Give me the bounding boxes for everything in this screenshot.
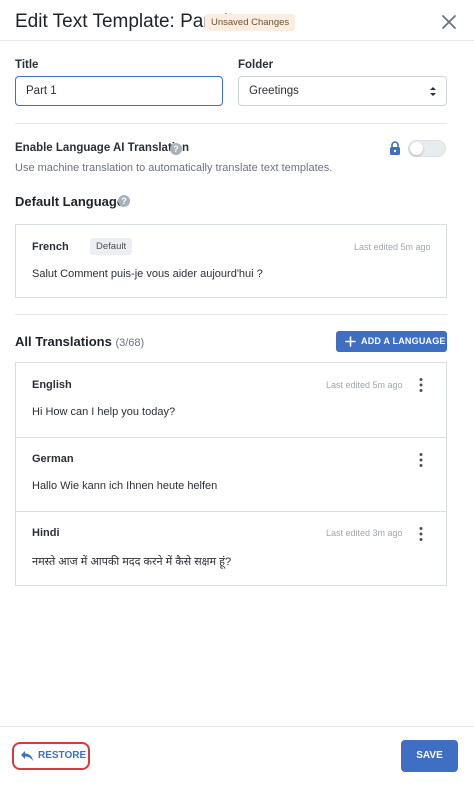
page-title: Edit Text Template: Part 1 bbox=[15, 11, 231, 32]
ai-translation-description: Use machine translation to automatically… bbox=[15, 162, 333, 174]
template-text: Hi How can I help you today? bbox=[32, 406, 176, 418]
more-options-icon[interactable] bbox=[415, 526, 427, 542]
title-field-label: Title bbox=[15, 59, 39, 71]
add-language-button[interactable]: ADD A LANGUAGE bbox=[336, 331, 447, 352]
undo-arrow-icon bbox=[21, 751, 33, 761]
default-language-card[interactable]: French Default Last edited 5m ago Salut … bbox=[15, 224, 447, 298]
help-icon[interactable]: ? bbox=[170, 143, 182, 155]
title-input-value: Part 1 bbox=[26, 85, 57, 97]
translations-count: (3/68) bbox=[115, 337, 145, 349]
more-options-icon[interactable] bbox=[415, 452, 427, 468]
translation-item-english[interactable]: English Last edited 5m ago Hi How can I … bbox=[16, 363, 446, 437]
select-arrows-icon bbox=[430, 87, 436, 96]
panel-header: Edit Text Template: Part 1 Unsaved Chang… bbox=[0, 0, 474, 41]
all-translations-heading: All Translations (3/68) bbox=[15, 334, 144, 349]
toggle-knob bbox=[410, 142, 423, 155]
folder-field-label: Folder bbox=[238, 59, 274, 71]
title-input[interactable]: Part 1 bbox=[15, 76, 223, 106]
last-edited-label: Last edited 5m ago bbox=[354, 242, 431, 252]
plus-icon bbox=[345, 336, 356, 347]
more-options-icon[interactable] bbox=[415, 377, 427, 393]
help-icon[interactable]: ? bbox=[118, 195, 130, 207]
default-tag: Default bbox=[90, 238, 133, 255]
last-edited-label: Last edited 5m ago bbox=[326, 380, 403, 390]
lock-icon bbox=[390, 141, 400, 155]
restore-label: RESTORE bbox=[38, 750, 87, 761]
template-text: नमस्ते आज में आपकी मदद करने में कैसे सक्… bbox=[32, 556, 232, 568]
default-language-heading: Default Language bbox=[15, 194, 125, 209]
all-translations-title: All Translations bbox=[15, 334, 112, 349]
language-name: Hindi bbox=[32, 527, 60, 539]
close-icon[interactable] bbox=[439, 12, 459, 32]
divider bbox=[15, 123, 447, 124]
last-edited-label: Last edited 3m ago bbox=[326, 528, 403, 538]
edit-template-panel: Edit Text Template: Part 1 Unsaved Chang… bbox=[0, 0, 474, 785]
translations-list: English Last edited 5m ago Hi How can I … bbox=[15, 362, 447, 586]
save-button[interactable]: SAVE bbox=[401, 740, 458, 772]
ai-translation-label: Enable Language AI Translation bbox=[15, 142, 190, 154]
translation-item-german[interactable]: German Hallo Wie kann ich Ihnen heute he… bbox=[16, 438, 446, 512]
template-text: Hallo Wie kann ich Ihnen heute helfen bbox=[32, 480, 218, 492]
divider bbox=[15, 314, 447, 315]
ai-translation-toggle[interactable] bbox=[408, 140, 446, 157]
folder-select-value: Greetings bbox=[249, 85, 299, 97]
unsaved-changes-badge: Unsaved Changes bbox=[205, 14, 296, 31]
template-text: Salut Comment puis-je vous aider aujourd… bbox=[32, 268, 263, 280]
language-name: English bbox=[32, 379, 72, 391]
folder-select[interactable]: Greetings bbox=[238, 76, 447, 106]
translation-item-hindi[interactable]: Hindi Last edited 3m ago नमस्ते आज में आ… bbox=[16, 512, 446, 586]
restore-button[interactable]: RESTORE bbox=[12, 742, 90, 770]
add-language-label: ADD A LANGUAGE bbox=[361, 336, 446, 346]
language-name: French bbox=[32, 241, 69, 253]
language-name: German bbox=[32, 453, 74, 465]
